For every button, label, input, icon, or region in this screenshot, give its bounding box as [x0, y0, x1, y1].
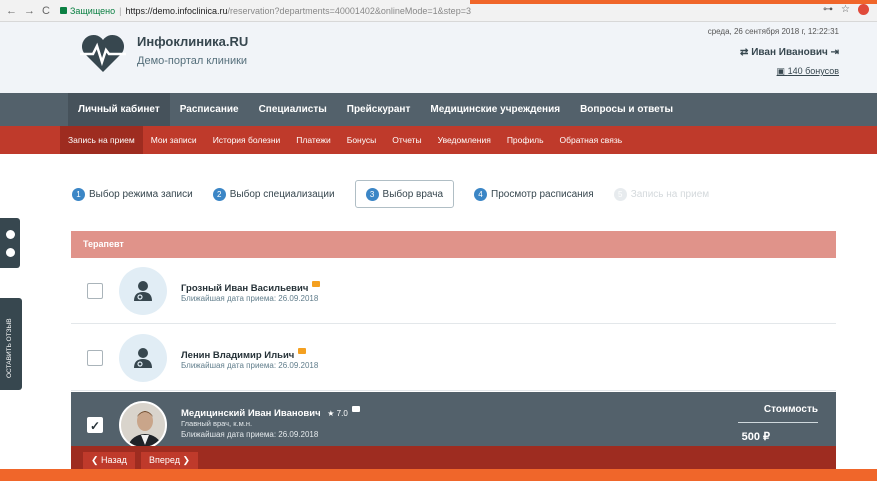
- switch-user-icon[interactable]: ⇄: [740, 47, 751, 58]
- user-name[interactable]: Иван Иванович: [751, 47, 828, 58]
- sub-nav-item-bonuses[interactable]: Бонусы: [339, 126, 385, 154]
- doctor-icon: [134, 281, 152, 301]
- step-label: Выбор специализации: [229, 188, 335, 200]
- secure-label: Защищено: [69, 5, 116, 16]
- doctor-checkbox-checked[interactable]: ✓: [87, 417, 103, 433]
- user-menu[interactable]: ⇄ Иван Иванович ⇥: [740, 47, 839, 58]
- site-subtitle: Демо-портал клиники: [137, 55, 248, 67]
- step-number: 1: [72, 187, 85, 201]
- android-icon[interactable]: [6, 230, 15, 239]
- doctor-row[interactable]: Ленин Владимир Ильич Ближайшая дата прие…: [71, 325, 836, 391]
- gift-icon: ▣: [776, 66, 788, 76]
- step-label: Запись на прием: [630, 188, 710, 200]
- wizard-steps: 1 Выбор режима записи 2 Выбор специализа…: [72, 180, 729, 208]
- sub-nav: Запись на прием Мои записи История болез…: [0, 126, 877, 154]
- site-title[interactable]: Инфоклиника.RU: [137, 34, 248, 49]
- browser-actions: ⊶ ☆: [823, 4, 869, 15]
- wizard-footer: ❮ Назад Вперед ❯: [71, 446, 836, 470]
- url-host[interactable]: https://demo.infoclinica.ru: [125, 6, 227, 16]
- bonus-count[interactable]: 140 бонусов: [788, 66, 839, 76]
- video-camera-icon: [312, 281, 321, 287]
- sub-nav-item-appointment[interactable]: Запись на прием: [60, 126, 143, 154]
- main-nav: Личный кабинет Расписание Специалисты Пр…: [0, 93, 877, 126]
- apple-icon[interactable]: [6, 248, 15, 257]
- main-nav-item-schedule[interactable]: Расписание: [170, 93, 249, 126]
- feedback-side-tab[interactable]: ОСТАВИТЬ ОТЗЫВ: [0, 298, 22, 390]
- main-nav-item-institutions[interactable]: Медицинские учреждения: [420, 93, 570, 126]
- main-nav-item-specialists[interactable]: Специалисты: [249, 93, 337, 126]
- step-2[interactable]: 2 Выбор специализации: [212, 180, 335, 208]
- step-number: 3: [365, 187, 379, 201]
- doctor-row[interactable]: Грозный Иван Васильевич Ближайшая дата п…: [71, 258, 836, 324]
- doctor-next-date: Ближайшая дата приема: 26.09.2018: [181, 430, 319, 439]
- sub-nav-item-reports[interactable]: Отчеты: [384, 126, 429, 154]
- star-icon: ★: [327, 409, 337, 418]
- rating: ★ 7.0: [327, 409, 348, 418]
- specialty-header: Терапевт: [71, 231, 836, 258]
- sub-nav-item-feedback[interactable]: Обратная связь: [552, 126, 631, 154]
- forward-arrow-icon[interactable]: →: [24, 5, 35, 17]
- adblock-icon[interactable]: [858, 4, 869, 15]
- security-indicator[interactable]: Защищено: [59, 5, 116, 16]
- reload-icon[interactable]: C: [42, 5, 50, 17]
- doctor-checkbox[interactable]: [87, 283, 103, 299]
- price-value: 500 ₽: [741, 431, 770, 443]
- sub-nav-item-notifications[interactable]: Уведомления: [430, 126, 499, 154]
- next-button[interactable]: Вперед ❯: [141, 452, 198, 469]
- doctor-photo-image: [121, 403, 165, 447]
- doctor-name[interactable]: Медицинский Иван Иванович ★ 7.0: [181, 406, 360, 419]
- step-label: Выбор режима записи: [89, 188, 193, 200]
- browser-nav: ← → C: [6, 5, 50, 17]
- doctor-title: Главный врач, к.м.н.: [181, 419, 253, 428]
- decorative-stripe: [470, 0, 877, 4]
- heart-pulse-logo-icon[interactable]: [78, 32, 128, 74]
- sub-nav-item-history[interactable]: История болезни: [205, 126, 289, 154]
- url-separator: |: [119, 5, 122, 16]
- step-label: Просмотр расписания: [491, 188, 594, 200]
- check-icon: ✓: [90, 419, 101, 433]
- back-button[interactable]: ❮ Назад: [83, 452, 135, 469]
- step-number: 2: [212, 187, 226, 201]
- current-datetime: среда, 26 сентября 2018 г, 12:22:31: [707, 27, 839, 36]
- step-5: 5 Запись на прием: [613, 180, 710, 208]
- doctor-icon: [134, 348, 152, 368]
- main-nav-item-cabinet[interactable]: Личный кабинет: [68, 93, 170, 126]
- doctor-photo: [119, 401, 167, 449]
- step-number: 4: [474, 187, 488, 201]
- main-nav-item-pricelist[interactable]: Прейскурант: [337, 93, 421, 126]
- sub-nav-item-my-records[interactable]: Мои записи: [143, 126, 205, 154]
- doctor-name[interactable]: Ленин Владимир Ильич: [181, 348, 307, 361]
- video-camera-icon: [298, 348, 307, 354]
- sub-nav-item-profile[interactable]: Профиль: [499, 126, 552, 154]
- lock-icon: [59, 7, 67, 14]
- feedback-tab-label[interactable]: ОСТАВИТЬ ОТЗЫВ: [6, 318, 13, 378]
- main-nav-item-faq[interactable]: Вопросы и ответы: [570, 93, 683, 126]
- doctor-checkbox[interactable]: [87, 350, 103, 366]
- doctor-avatar-icon: [119, 334, 167, 382]
- step-3[interactable]: 3 Выбор врача: [354, 180, 455, 208]
- key-icon[interactable]: ⊶: [823, 4, 833, 15]
- price-divider: [738, 422, 818, 423]
- doctor-row-selected[interactable]: ✓ Медицинский Иван Иванович ★ 7.0 Главны…: [71, 392, 836, 449]
- price-label: Стоимость: [763, 404, 818, 415]
- doctor-avatar-icon: [119, 267, 167, 315]
- doctor-name[interactable]: Грозный Иван Васильевич: [181, 281, 321, 294]
- url-path[interactable]: /reservation?departments=40001402&online…: [228, 6, 471, 16]
- doctor-next-date: Ближайшая дата приема: 26.09.2018: [181, 294, 319, 303]
- back-arrow-icon[interactable]: ←: [6, 5, 17, 17]
- site-header: Инфоклиника.RU Демо-портал клиники среда…: [0, 22, 877, 93]
- video-camera-icon: [351, 406, 360, 412]
- step-4[interactable]: 4 Просмотр расписания: [474, 180, 594, 208]
- logout-icon[interactable]: ⇥: [828, 47, 839, 58]
- bonus-link[interactable]: ▣ 140 бонусов: [777, 66, 839, 77]
- star-icon[interactable]: ☆: [841, 4, 850, 15]
- doctor-next-date: Ближайшая дата приема: 26.09.2018: [181, 361, 319, 370]
- sub-nav-item-payments[interactable]: Платежи: [288, 126, 338, 154]
- step-1[interactable]: 1 Выбор режима записи: [72, 180, 193, 208]
- step-label: Выбор врача: [382, 188, 444, 200]
- decorative-bottom-stripe: [0, 469, 877, 481]
- step-number: 5: [613, 187, 627, 201]
- social-side-tab[interactable]: [0, 218, 20, 268]
